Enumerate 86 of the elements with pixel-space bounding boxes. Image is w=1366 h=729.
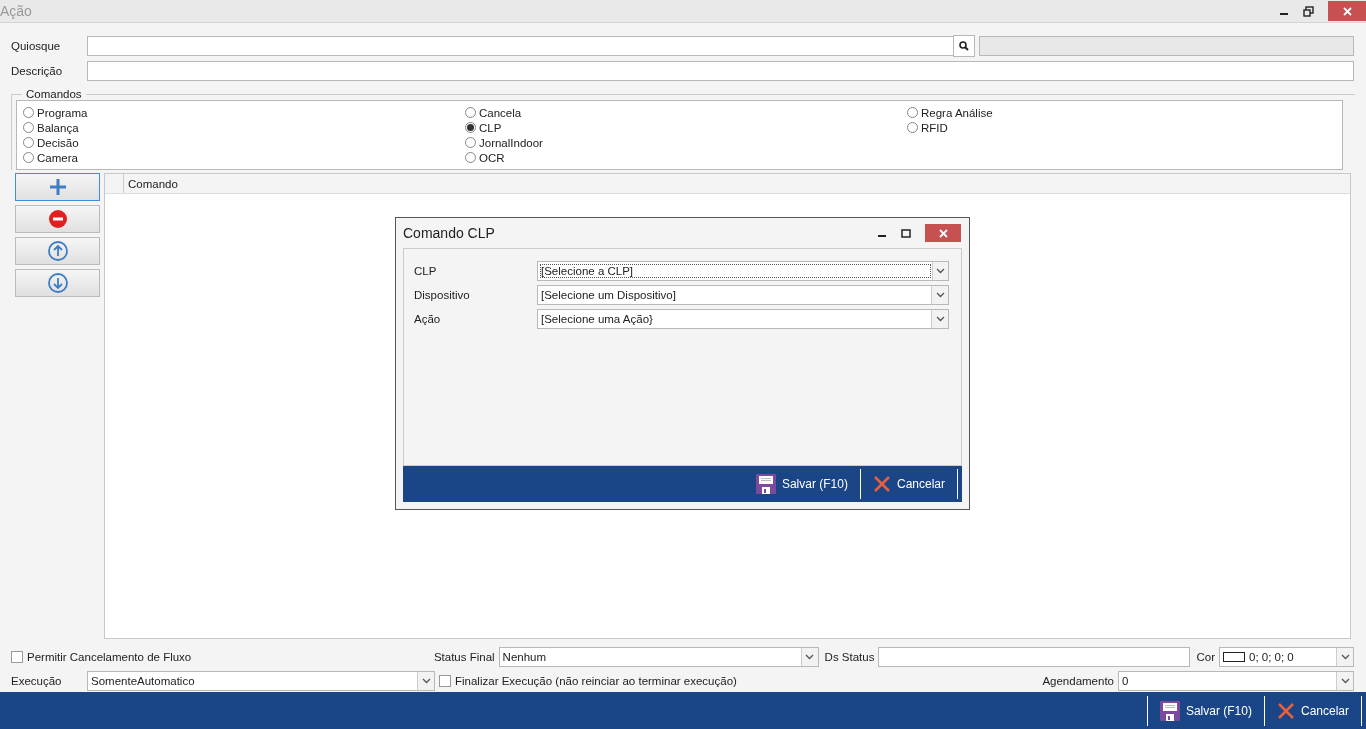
execution-dropdown[interactable]: SomenteAutomatico [87,671,435,691]
field-label: Quiosque [11,40,62,52]
field-label: Execução [11,675,63,687]
radio-button[interactable] [23,122,34,133]
window-title: Ação [0,3,32,19]
close-icon [1276,701,1295,720]
arrow-down-circle-icon [47,273,68,293]
radio-button[interactable] [465,107,476,118]
radio-label: OCR [479,151,505,164]
plus-icon [48,178,67,196]
close-icon [872,475,891,493]
field-label: Status Final [433,651,495,663]
radio-button[interactable] [465,152,476,163]
move-down-button[interactable] [15,269,100,297]
field-label: Ds Status [824,651,875,663]
checkbox[interactable] [11,651,23,663]
dropdown[interactable]: [Selecione a CLP] [537,261,949,281]
chevron-down-icon [935,316,945,322]
radio-button[interactable] [907,122,918,133]
restore-icon[interactable] [1303,5,1314,17]
schedule-dropdown[interactable]: 0 [1118,671,1354,691]
field-label: Dispositivo [414,289,471,301]
radio-option[interactable]: Balança [23,120,465,135]
chevron-down-icon [1340,654,1350,660]
column-header[interactable]: Comando [124,174,178,193]
radio-option[interactable]: Cancela [465,105,907,120]
radio-label: Regra Análise [921,106,993,119]
radio-button[interactable] [23,137,34,148]
chevron-down-icon [935,292,945,298]
cancel-button[interactable]: Cancelar [1274,701,1351,720]
chevron-down-icon [1340,678,1350,684]
field-label: Ação [414,313,442,325]
description-field[interactable] [87,61,1354,81]
radio-option[interactable]: Camera [23,150,465,165]
save-button[interactable]: Salvar (F10) [753,474,850,494]
arrow-up-circle-icon [47,241,68,261]
save-button[interactable]: Salvar (F10) [1157,700,1254,721]
cancel-button[interactable]: Cancelar [870,475,947,493]
dialog-title: Comando CLP [403,225,495,241]
checkbox[interactable] [439,675,451,687]
radio-label: Camera [37,151,78,164]
group-title: Comandos [25,88,83,100]
radio-label: Cancela [479,106,522,119]
radio-option[interactable]: Regra Análise [907,105,1336,120]
chevron-down-icon [935,268,945,274]
maximize-icon[interactable] [901,228,911,238]
close-icon [1342,6,1352,16]
radio-button[interactable] [907,107,918,118]
remove-button[interactable] [15,205,100,233]
field-label: Descrição [11,65,64,77]
radio-label: Decisão [37,136,79,149]
radio-option[interactable]: Decisão [23,135,465,150]
radio-button[interactable] [23,152,34,163]
field-label: CLP [414,265,438,277]
field-label: Cor [1196,651,1215,663]
radio-button[interactable] [465,137,476,148]
chevron-down-icon [805,654,815,660]
color-dropdown[interactable]: 0; 0; 0; 0 [1219,647,1354,667]
radio-option[interactable]: RFID [907,120,1336,135]
close-button[interactable] [925,224,961,242]
radio-label: RFID [921,121,948,134]
color-swatch-icon [1223,652,1245,662]
field-label: Agendamento [1042,675,1114,687]
close-icon [938,228,948,238]
radio-option[interactable]: CLP [465,120,907,135]
radio-option[interactable]: Programa [23,105,465,120]
add-button[interactable] [15,173,100,201]
radio-label: JornalIndoor [479,136,543,149]
search-button[interactable] [953,35,975,57]
radio-button[interactable] [23,107,34,118]
search-icon [959,41,969,51]
status-dropdown[interactable]: Nenhum [498,647,819,667]
radio-option[interactable]: OCR [465,150,907,165]
dropdown[interactable]: [Selecione um Dispositivo] [537,285,949,305]
kiosk-field[interactable] [87,36,954,56]
dropdown[interactable]: [Selecione uma Ação} [537,309,949,329]
chevron-down-icon [421,678,431,684]
move-up-button[interactable] [15,237,100,265]
radio-label: Balança [37,121,79,134]
radio-label: CLP [479,121,502,134]
status-description-field[interactable] [878,647,1191,667]
minus-circle-icon [48,210,67,228]
close-button[interactable] [1328,1,1366,21]
radio-button[interactable] [465,122,476,133]
radio-label: Programa [37,106,88,119]
radio-option[interactable]: JornalIndoor [465,135,907,150]
